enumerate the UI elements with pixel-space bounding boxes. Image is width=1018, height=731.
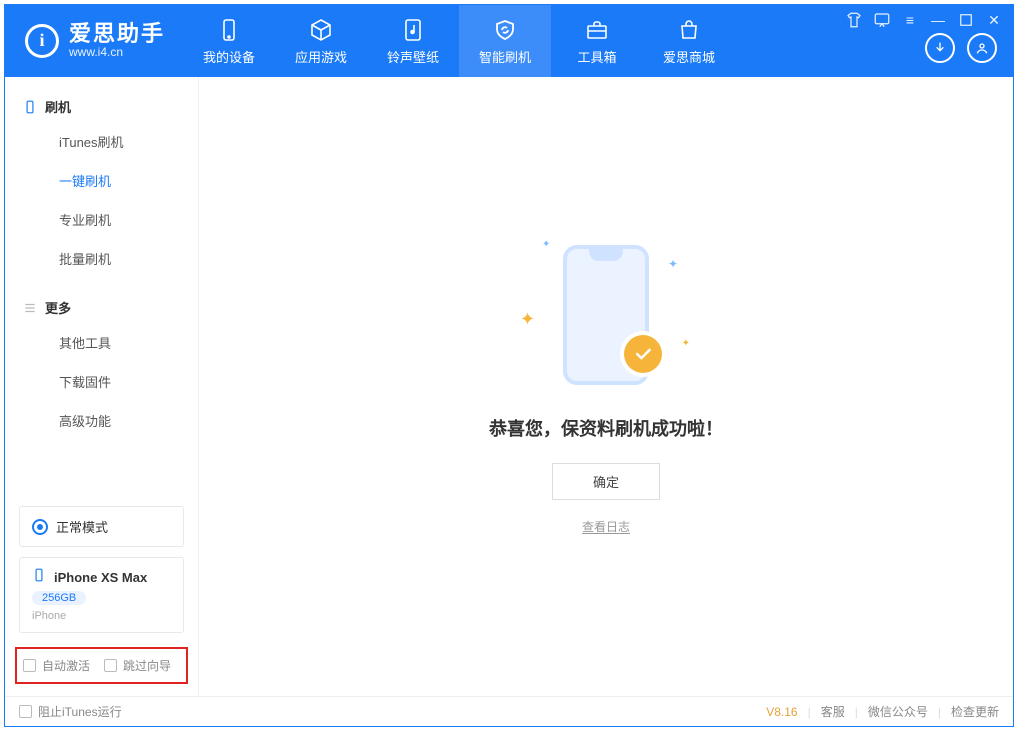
footer-link-service[interactable]: 客服 (821, 703, 845, 720)
music-file-icon (400, 17, 426, 43)
checkbox-label: 跳过向导 (123, 657, 171, 674)
checkbox-icon (23, 659, 36, 672)
nav-ringtone-wallpaper[interactable]: 铃声壁纸 (367, 5, 459, 77)
flash-result: ✦ ✦ ✦ ✦ 恭喜您，保资料刷机成功啦！ 确定 查看日志 (489, 239, 723, 535)
nav-toolbox[interactable]: 工具箱 (551, 5, 643, 77)
flash-options-box: 自动激活 跳过向导 (15, 647, 188, 684)
header-circle-buttons (925, 33, 997, 63)
list-icon (23, 301, 37, 315)
nav-label: 工具箱 (578, 47, 617, 66)
checkbox-icon (19, 705, 32, 718)
app-url: www.i4.cn (69, 45, 165, 59)
checkbox-label: 阻止iTunes运行 (38, 703, 122, 720)
app-name: 爱思助手 (69, 23, 165, 45)
sidebar-item-download-firmware[interactable]: 下载固件 (5, 362, 198, 401)
logo-icon: i (25, 24, 59, 58)
logo-text: 爱思助手 www.i4.cn (69, 23, 165, 59)
window-controls: ≡ — ✕ (845, 11, 1003, 29)
minimize-icon[interactable]: — (929, 11, 947, 29)
sidebar-item-advanced[interactable]: 高级功能 (5, 401, 198, 440)
feedback-icon[interactable] (873, 11, 891, 29)
version-label: V8.16 (766, 705, 797, 719)
nav-apps-games[interactable]: 应用游戏 (275, 5, 367, 77)
nav-my-device[interactable]: 我的设备 (183, 5, 275, 77)
bag-icon (676, 17, 702, 43)
ok-button[interactable]: 确定 (552, 463, 660, 500)
maximize-icon[interactable] (957, 11, 975, 29)
section-title: 刷机 (45, 97, 71, 116)
side-tree: 刷机 iTunes刷机 一键刷机 专业刷机 批量刷机 更多 其他工具 下载固件 … (5, 77, 198, 496)
footer-link-wechat[interactable]: 微信公众号 (868, 703, 928, 720)
sidebar: 刷机 iTunes刷机 一键刷机 专业刷机 批量刷机 更多 其他工具 下载固件 … (5, 77, 199, 696)
app-window: i 爱思助手 www.i4.cn 我的设备 应用游戏 铃声壁纸 智能刷机 (4, 4, 1014, 727)
device-phone-icon (32, 568, 46, 587)
download-button[interactable] (925, 33, 955, 63)
top-nav: 我的设备 应用游戏 铃声壁纸 智能刷机 工具箱 爱思商城 (183, 5, 735, 77)
check-badge-icon (624, 335, 662, 373)
main-content: ✦ ✦ ✦ ✦ 恭喜您，保资料刷机成功啦！ 确定 查看日志 (199, 77, 1013, 696)
nav-label: 铃声壁纸 (387, 47, 439, 66)
sidebar-item-other-tools[interactable]: 其他工具 (5, 323, 198, 362)
sidebar-item-pro-flash[interactable]: 专业刷机 (5, 200, 198, 239)
menu-icon[interactable]: ≡ (901, 11, 919, 29)
device-type: iPhone (32, 610, 171, 622)
titlebar: i 爱思助手 www.i4.cn 我的设备 应用游戏 铃声壁纸 智能刷机 (5, 5, 1013, 77)
sparkle-icon: ✦ (668, 257, 678, 271)
sidebar-item-itunes-flash[interactable]: iTunes刷机 (5, 122, 198, 161)
checkbox-icon (104, 659, 117, 672)
toolbox-icon (584, 17, 610, 43)
nav-store[interactable]: 爱思商城 (643, 5, 735, 77)
checkbox-label: 自动激活 (42, 657, 90, 674)
tree-section-flash[interactable]: 刷机 (5, 91, 198, 122)
nav-label: 我的设备 (203, 47, 255, 66)
view-log-link[interactable]: 查看日志 (582, 518, 630, 535)
mode-icon (32, 519, 48, 535)
nav-smart-flash[interactable]: 智能刷机 (459, 5, 551, 77)
account-button[interactable] (967, 33, 997, 63)
mode-label: 正常模式 (56, 517, 108, 536)
sidebar-item-oneclick-flash[interactable]: 一键刷机 (5, 161, 198, 200)
phone-small-icon (23, 100, 37, 114)
body: 刷机 iTunes刷机 一键刷机 专业刷机 批量刷机 更多 其他工具 下载固件 … (5, 77, 1013, 696)
close-icon[interactable]: ✕ (985, 11, 1003, 29)
skin-icon[interactable] (845, 11, 863, 29)
sidebar-item-batch-flash[interactable]: 批量刷机 (5, 239, 198, 278)
nav-label: 应用游戏 (295, 47, 347, 66)
logo[interactable]: i 爱思助手 www.i4.cn (5, 23, 183, 59)
tree-section-more[interactable]: 更多 (5, 292, 198, 323)
success-message: 恭喜您，保资料刷机成功啦！ (489, 415, 723, 441)
checkbox-skip-guide[interactable]: 跳过向导 (104, 657, 171, 674)
checkbox-auto-activate[interactable]: 自动激活 (23, 657, 90, 674)
phone-icon (216, 17, 242, 43)
cube-icon (308, 17, 334, 43)
device-storage-badge: 256GB (32, 591, 86, 605)
side-status: 正常模式 iPhone XS Max 256GB iPhone (5, 496, 198, 647)
section-title: 更多 (45, 298, 71, 317)
nav-label: 智能刷机 (479, 47, 531, 66)
footer-link-update[interactable]: 检查更新 (951, 703, 999, 720)
device-name: iPhone XS Max (54, 570, 147, 585)
footer-bar: 阻止iTunes运行 V8.16 | 客服 | 微信公众号 | 检查更新 (5, 696, 1013, 726)
success-illustration: ✦ ✦ ✦ ✦ (516, 239, 696, 399)
mode-card[interactable]: 正常模式 (19, 506, 184, 547)
sparkle-icon: ✦ (682, 338, 690, 349)
nav-label: 爱思商城 (663, 47, 715, 66)
sparkle-icon: ✦ (542, 239, 550, 250)
sparkle-icon: ✦ (520, 309, 535, 330)
refresh-shield-icon (492, 17, 518, 43)
device-card[interactable]: iPhone XS Max 256GB iPhone (19, 557, 184, 633)
checkbox-block-itunes[interactable]: 阻止iTunes运行 (19, 703, 122, 720)
